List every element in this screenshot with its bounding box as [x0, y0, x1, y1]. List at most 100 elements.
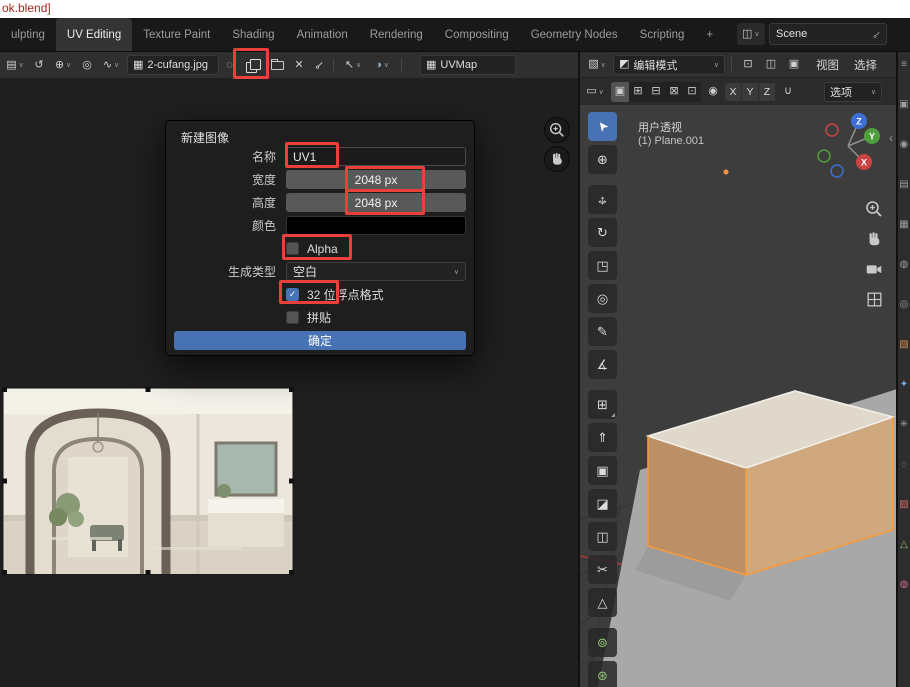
props-tool-icon[interactable]: ▣ — [899, 100, 908, 110]
editor-divider[interactable] — [578, 52, 580, 687]
props-material-icon[interactable]: ◍ — [900, 580, 909, 590]
uv-zoom-button[interactable] — [544, 117, 570, 143]
tool-annotate[interactable]: ✎ — [588, 317, 617, 346]
select-mode-extend[interactable]: ⊞ — [629, 82, 647, 102]
panel-collapse-arrow[interactable]: ‹ — [889, 131, 893, 145]
props-output-icon[interactable]: ▤ — [899, 180, 908, 190]
viewport-pan-button[interactable] — [862, 227, 886, 251]
props-world-icon[interactable]: ◎ — [900, 300, 909, 310]
active-tool-dropdown[interactable]: ▭ ∨ — [582, 82, 608, 102]
edge-select-button[interactable]: ◫ — [761, 55, 781, 75]
mirror-y-button[interactable]: Y — [742, 83, 759, 101]
mirror-z-button[interactable]: Z — [759, 83, 776, 101]
fake-user-button[interactable]: ◌ — [222, 55, 237, 75]
pin-image-button[interactable]: ⊸ — [306, 52, 331, 77]
tool-select-box[interactable]: ➤ — [588, 112, 617, 141]
pivot-point-button[interactable]: ⊕ ∨ — [50, 55, 76, 75]
props-physics-icon[interactable]: ◌ — [901, 460, 907, 470]
scene-name-field[interactable]: Scene ⊸ — [769, 23, 887, 45]
props-constraints-icon[interactable]: ▨ — [899, 500, 908, 510]
select-mode-intersect[interactable]: ⊡ — [683, 82, 701, 102]
proportional-edit-button[interactable]: ◎ — [79, 55, 95, 75]
select-mode-new[interactable]: ▣ — [611, 82, 629, 102]
unlink-image-button[interactable]: ✕ — [290, 55, 308, 75]
uvmap-selector[interactable]: ▦ UVMap — [420, 55, 516, 75]
gizmo-y-label[interactable]: Y — [869, 132, 875, 142]
image-datablock-selector[interactable]: ▦ 2-cufang.jpg — [127, 55, 219, 75]
gizmo-z-label[interactable]: Z — [856, 117, 862, 127]
tiled-label[interactable]: 拼贴 — [307, 309, 331, 326]
uv-pan-button[interactable] — [544, 146, 570, 172]
tool-rotate[interactable]: ↻ — [588, 218, 617, 247]
tiled-checkbox[interactable] — [286, 311, 299, 324]
overlays-dropdown[interactable]: ◑ ∨ — [369, 55, 395, 75]
props-data-icon[interactable]: △ — [900, 540, 908, 550]
tab-animation[interactable]: Animation — [286, 18, 359, 51]
tool-knife[interactable]: ✂ — [588, 555, 617, 584]
float-checkbox[interactable]: ✓ — [286, 288, 299, 301]
alpha-checkbox[interactable] — [286, 242, 299, 255]
options-dropdown[interactable]: 选项 ∨ — [824, 82, 882, 102]
tab-uv-editing[interactable]: UV Editing — [56, 18, 132, 51]
uv-image-preview[interactable] — [2, 387, 294, 575]
gizmo-x-label[interactable]: X — [861, 158, 867, 168]
tool-bevel[interactable]: ◪ — [588, 489, 617, 518]
props-particles-icon[interactable]: ✳ — [900, 420, 908, 430]
generated-type-dropdown[interactable]: 空白 ∨ — [286, 262, 466, 281]
tab-shading[interactable]: Shading — [221, 18, 285, 51]
mirror-x-button[interactable]: X — [725, 83, 742, 101]
name-input[interactable]: UV1 — [286, 147, 466, 166]
select-mode-subtract[interactable]: ⊟ — [647, 82, 665, 102]
snap-button[interactable]: ∪ — [779, 82, 797, 102]
tool-cursor[interactable]: ⊕ — [588, 145, 617, 174]
new-image-button[interactable] — [240, 55, 264, 75]
tab-compositing[interactable]: Compositing — [434, 18, 520, 51]
gizmos-dropdown[interactable]: ↖ ∨ — [340, 55, 366, 75]
props-scene-icon[interactable]: ◍ — [900, 260, 909, 270]
viewport-canvas[interactable]: 用户透视 (1) Plane.001 ‹ ➤ ⊕ ↔↕ ↻ ◳ ◎ ✎ ∡ ⊞ … — [580, 105, 896, 687]
navigation-gizmo[interactable]: Z Y X — [814, 109, 884, 179]
viewport-3d-scene[interactable] — [580, 105, 896, 687]
tab-scripting[interactable]: Scripting — [629, 18, 696, 51]
face-select-button[interactable]: ▣ — [784, 55, 804, 75]
props-modifier-icon[interactable]: ✦ — [900, 380, 908, 390]
editor-type-button[interactable]: ▧ ∨ — [584, 55, 610, 75]
tool-loop-cut[interactable]: ◫ — [588, 522, 617, 551]
viewport-ortho-grid-button[interactable] — [862, 287, 886, 311]
tool-scale[interactable]: ◳ — [588, 251, 617, 280]
tool-poly-build[interactable]: △ — [588, 588, 617, 617]
viewport-camera-button[interactable] — [862, 257, 886, 281]
tab-geometry-nodes[interactable]: Geometry Nodes — [520, 18, 629, 51]
viewport-zoom-button[interactable] — [862, 197, 886, 221]
props-render-icon[interactable]: ◉ — [900, 140, 909, 150]
scene-browse-button[interactable]: ◫ ∨ — [737, 23, 765, 45]
open-image-button[interactable] — [267, 55, 287, 75]
float-label[interactable]: 32 位浮点格式 — [307, 286, 384, 303]
tool-measure[interactable]: ∡ — [588, 350, 617, 379]
tool-smooth[interactable]: ⊛ — [588, 661, 617, 687]
history-button[interactable]: ↺ — [31, 55, 47, 75]
width-input[interactable]: 2048 px — [286, 170, 466, 189]
props-viewlayer-icon[interactable]: ▦ — [899, 220, 908, 230]
props-object-icon[interactable]: ▧ — [899, 340, 908, 350]
tool-transform[interactable]: ◎ — [588, 284, 617, 313]
tab-rendering[interactable]: Rendering — [359, 18, 434, 51]
tool-spin[interactable]: ⊚ — [588, 628, 617, 657]
tool-inset[interactable]: ▣ — [588, 456, 617, 485]
menu-select[interactable]: 选择 — [848, 57, 883, 73]
pin-icon[interactable]: ⊸ — [869, 27, 883, 41]
tab-texture-paint[interactable]: Texture Paint — [132, 18, 221, 51]
select-mode-invert[interactable]: ⊠ — [665, 82, 683, 102]
alpha-label[interactable]: Alpha — [307, 242, 338, 256]
vertex-select-button[interactable]: ⊡ — [738, 55, 758, 75]
tool-add-cube[interactable]: ⊞ — [588, 390, 617, 419]
color-swatch[interactable] — [286, 216, 466, 235]
menu-view[interactable]: 视图 — [810, 57, 845, 73]
proportional-edit-button[interactable]: ◉ — [704, 82, 722, 102]
editor-type-button[interactable]: ▤ ∨ — [2, 55, 28, 75]
ok-button[interactable]: 确定 — [174, 331, 466, 350]
tool-extrude[interactable]: ⇑ — [588, 423, 617, 452]
tab-add-workspace[interactable]: + — [695, 18, 724, 51]
mode-dropdown[interactable]: ◩ 编辑模式 ∨ — [613, 55, 725, 75]
falloff-button[interactable]: ∿ ∨ — [98, 55, 124, 75]
